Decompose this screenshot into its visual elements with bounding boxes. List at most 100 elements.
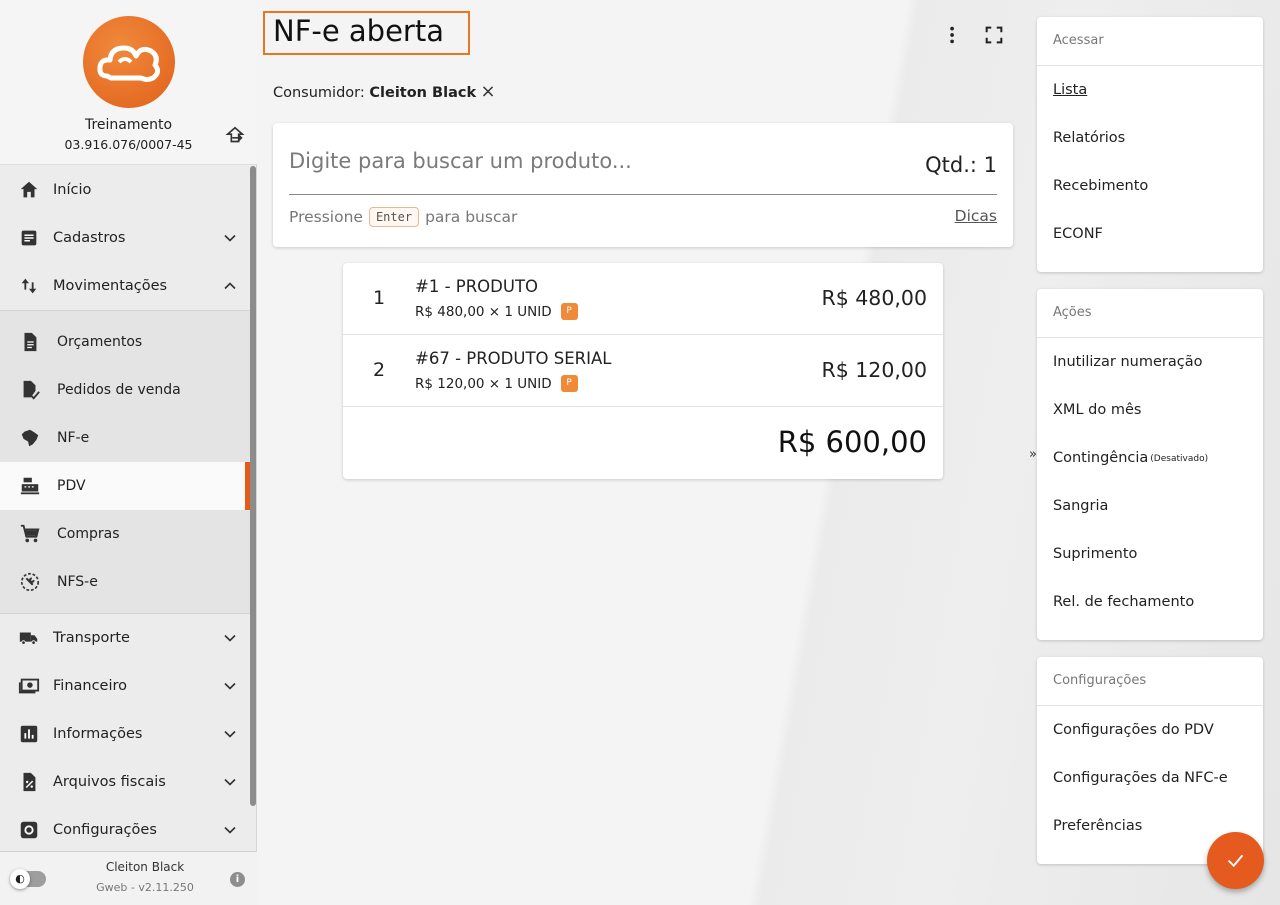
nav-item-nfe[interactable]: NF-e	[0, 414, 250, 462]
list-item[interactable]: 1 #1 - PRODUTO R$ 480,00 × 1 UNID P R$ 4…	[343, 263, 943, 335]
company-logo	[83, 16, 175, 108]
nav-label: Pedidos de venda	[57, 382, 181, 398]
main-nav: Início Cadastros Movimentações Orçamento…	[0, 166, 250, 854]
sidebar: Treinamento 03.916.076/0007-45 Início Ca…	[0, 0, 257, 905]
link-config-nfce[interactable]: Configurações da NFC-e	[1037, 754, 1263, 802]
cash-register-icon	[20, 477, 40, 495]
nav-item-orcamentos[interactable]: Orçamentos	[0, 318, 250, 366]
link-label: Rel. de fechamento	[1053, 594, 1195, 610]
product-search-card: Qtd.: 1 Pressione Enter para buscar Dica…	[273, 123, 1013, 247]
item-index: 2	[373, 359, 386, 381]
item-detail-line: R$ 120,00 × 1 UNID P	[415, 375, 578, 392]
nav-item-financeiro[interactable]: Financeiro	[0, 662, 250, 710]
page-title: NF-e aberta	[273, 14, 444, 48]
chevron-up-icon	[224, 282, 236, 290]
nav-label: Movimentações	[53, 278, 168, 294]
nav-item-nfse[interactable]: NFS-e	[0, 558, 250, 606]
cart-items-card: 1 #1 - PRODUTO R$ 480,00 × 1 UNID P R$ 4…	[343, 263, 943, 479]
link-label: Recebimento	[1053, 178, 1149, 194]
consumer-info: Consumidor: Cleiton Black	[273, 85, 476, 101]
kebab-icon[interactable]	[942, 24, 964, 46]
list-item[interactable]: 2 #67 - PRODUTO SERIAL R$ 120,00 × 1 UNI…	[343, 335, 943, 407]
sidebar-footer: ◐ Cleiton Black Gweb - v2.11.250 i	[0, 851, 257, 905]
company-name: Treinamento	[84, 117, 173, 133]
logout-icon[interactable]	[224, 125, 246, 147]
swap-icon	[21, 278, 37, 294]
nav-label: Compras	[57, 526, 120, 542]
nav-item-informacoes[interactable]: Informações	[0, 710, 250, 758]
chevron-down-icon	[224, 778, 236, 786]
link-label: Preferências	[1053, 818, 1143, 834]
link-config-pdv[interactable]: Configurações do PDV	[1037, 706, 1263, 754]
nav-item-arquivos-fiscais[interactable]: Arquivos fiscais	[0, 758, 250, 806]
confirm-button[interactable]	[1207, 832, 1264, 889]
item-badge: P	[560, 375, 578, 392]
link-xml[interactable]: XML do mês	[1037, 386, 1263, 434]
chevron-down-icon	[224, 826, 236, 834]
link-lista[interactable]: Lista	[1037, 66, 1263, 114]
link-contingencia[interactable]: Contingência (Desativado)	[1037, 434, 1263, 482]
nav-item-pedidos[interactable]: Pedidos de venda	[0, 366, 250, 414]
consumer-label: Consumidor:	[273, 85, 365, 101]
link-suprimento[interactable]: Suprimento	[1037, 530, 1263, 578]
info-icon[interactable]: i	[230, 872, 245, 887]
hint-pre: Pressione	[289, 208, 363, 226]
money-icon	[18, 678, 40, 694]
nav-item-cadastros[interactable]: Cadastros	[0, 214, 250, 262]
sidebar-scrollbar[interactable]	[250, 166, 256, 806]
link-label: Sangria	[1053, 498, 1109, 514]
nav-item-inicio[interactable]: Início	[0, 166, 250, 214]
search-hint: Pressione Enter para buscar	[289, 207, 517, 227]
nav-label: PDV	[57, 478, 86, 494]
fullscreen-icon[interactable]	[983, 24, 1005, 46]
link-relatorios[interactable]: Relatórios	[1037, 114, 1263, 162]
theme-toggle[interactable]: ◐	[10, 869, 46, 889]
nav-item-transporte[interactable]: Transporte	[0, 614, 250, 662]
percent-file-icon	[23, 772, 36, 792]
bar-chart-icon	[20, 725, 38, 743]
link-label: Inutilizar numeração	[1053, 354, 1203, 370]
item-price: R$ 480,00	[821, 286, 927, 310]
chevron-down-icon	[224, 634, 236, 642]
close-icon[interactable]: ×	[478, 82, 498, 102]
user-name: Cleiton Black	[105, 860, 185, 874]
home-icon	[20, 181, 38, 198]
nav-label: Orçamentos	[57, 334, 143, 350]
card-header: Ações	[1037, 289, 1263, 338]
cart-icon	[20, 524, 40, 543]
link-recebimento[interactable]: Recebimento	[1037, 162, 1263, 210]
acoes-card: Ações Inutilizar numeração XML do mês Co…	[1037, 289, 1263, 640]
card-header: Configurações	[1037, 657, 1263, 706]
link-rel-fechamento[interactable]: Rel. de fechamento	[1037, 578, 1263, 626]
collapse-panel-icon[interactable]: »	[1029, 447, 1037, 462]
link-label: ECONF	[1053, 226, 1103, 242]
nav-label: NFS-e	[57, 574, 98, 590]
consumer-name: Cleiton Black	[369, 85, 477, 101]
nav-label: Configurações	[53, 822, 157, 838]
link-label: Contingência	[1053, 450, 1149, 466]
nav-label: Início	[53, 182, 92, 198]
product-search-input[interactable]	[289, 149, 889, 173]
brand-area: Treinamento 03.916.076/0007-45	[0, 0, 257, 165]
link-inutilizar[interactable]: Inutilizar numeração	[1037, 338, 1263, 386]
check-icon	[1227, 854, 1244, 868]
quantity-label[interactable]: Qtd.: 1	[925, 153, 997, 177]
search-underline	[289, 194, 997, 195]
list-icon	[21, 230, 37, 246]
nav-item-compras[interactable]: Compras	[0, 510, 250, 558]
card-header: Acessar	[1037, 17, 1263, 66]
link-label: Configurações da NFC-e	[1053, 770, 1228, 786]
link-label: Configurações do PDV	[1053, 722, 1214, 738]
link-sangria[interactable]: Sangria	[1037, 482, 1263, 530]
tips-link[interactable]: Dicas	[955, 207, 997, 225]
company-cnpj: 03.916.076/0007-45	[64, 137, 193, 152]
nav-item-pdv[interactable]: PDV	[0, 462, 250, 510]
moon-icon: ◐	[10, 869, 30, 889]
nav-item-movimentacoes[interactable]: Movimentações	[0, 262, 250, 310]
link-econf[interactable]: ECONF	[1037, 210, 1263, 258]
wrench-clock-icon	[20, 572, 40, 592]
item-detail-line: R$ 480,00 × 1 UNID P	[415, 303, 578, 320]
nav-item-configuracoes[interactable]: Configurações	[0, 806, 250, 854]
item-detail: R$ 120,00 × 1 UNID	[415, 375, 552, 392]
truck-icon	[19, 632, 38, 645]
